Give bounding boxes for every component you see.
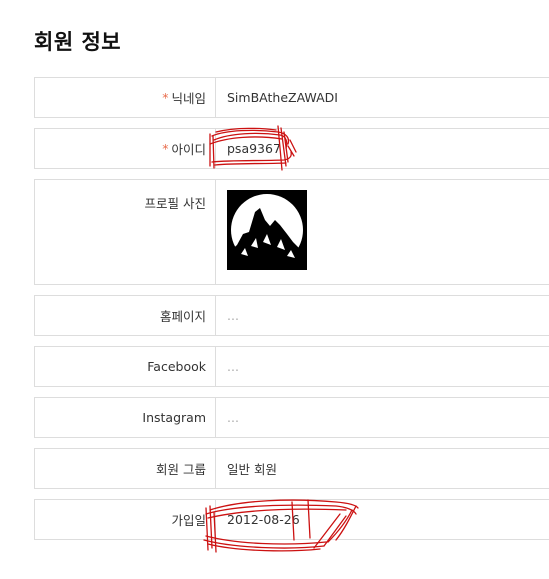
homepage-value: ... bbox=[227, 308, 239, 323]
join-date-row: 가입일 2012-08-26 bbox=[34, 499, 549, 540]
profile-photo bbox=[227, 190, 307, 270]
profile-photo-row: 프로필 사진 bbox=[34, 179, 549, 285]
required-mark: * bbox=[162, 141, 169, 156]
nickname-value: SimBAtheZAWADI bbox=[227, 90, 338, 105]
user-id-label-cell: * 아이디 bbox=[35, 129, 216, 168]
homepage-row: 홈페이지 ... bbox=[34, 295, 549, 336]
required-mark: * bbox=[162, 90, 169, 105]
facebook-row: Facebook ... bbox=[34, 346, 549, 387]
member-group-label: 회원 그룹 bbox=[35, 449, 216, 488]
instagram-row: Instagram ... bbox=[34, 397, 549, 438]
page-title: 회원 정보 bbox=[34, 30, 122, 54]
join-date-value: 2012-08-26 bbox=[227, 512, 300, 527]
facebook-value: ... bbox=[227, 359, 239, 374]
user-id-value: psa9367 bbox=[227, 141, 281, 156]
instagram-value: ... bbox=[227, 410, 239, 425]
mountain-moon-icon bbox=[227, 190, 307, 270]
join-date-label: 가입일 bbox=[35, 500, 216, 539]
member-group-value: 일반 회원 bbox=[227, 462, 277, 477]
homepage-label: 홈페이지 bbox=[35, 296, 216, 335]
profile-photo-label: 프로필 사진 bbox=[35, 180, 216, 284]
user-id-label: 아이디 bbox=[171, 142, 206, 157]
nickname-row: * 닉네임 SimBAtheZAWADI bbox=[34, 77, 549, 118]
nickname-label: 닉네임 bbox=[171, 91, 206, 106]
member-group-row: 회원 그룹 일반 회원 bbox=[34, 448, 549, 489]
user-id-row: * 아이디 psa9367 bbox=[34, 128, 549, 169]
instagram-label: Instagram bbox=[35, 398, 216, 437]
nickname-label-cell: * 닉네임 bbox=[35, 78, 216, 117]
facebook-label: Facebook bbox=[35, 347, 216, 386]
